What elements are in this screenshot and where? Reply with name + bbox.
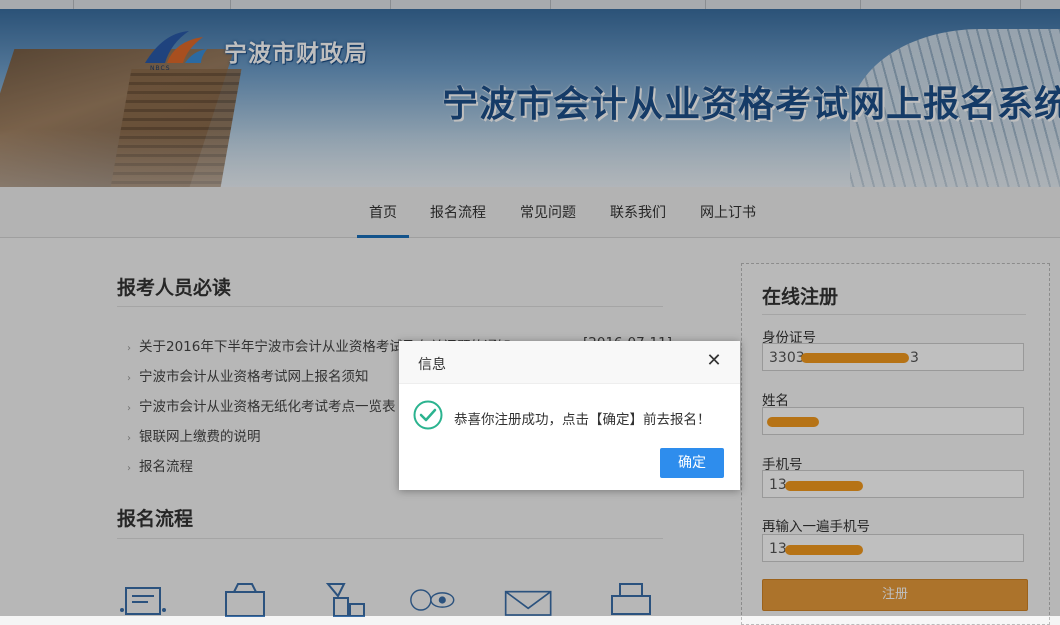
modal-overlay[interactable] (0, 0, 1060, 616)
dialog-header (399, 341, 740, 384)
success-dialog: 信息 ✕ 恭喜你注册成功，点击【确定】前去报名！ 确定 (399, 341, 740, 490)
confirm-button[interactable]: 确定 (660, 448, 724, 478)
success-check-icon (413, 400, 443, 430)
dialog-title: 信息 (418, 357, 446, 373)
dialog-message: 恭喜你注册成功，点击【确定】前去报名！ (454, 412, 711, 428)
close-icon[interactable]: ✕ (706, 351, 722, 371)
